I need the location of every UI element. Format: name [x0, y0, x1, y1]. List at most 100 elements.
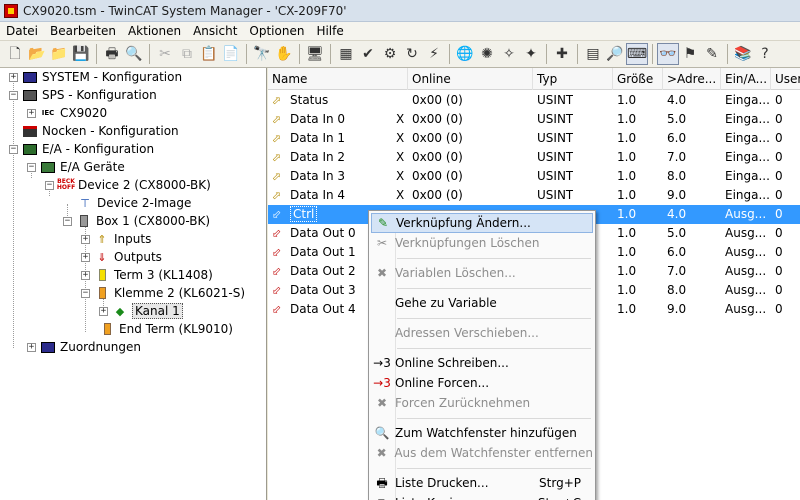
tree-item-zuordnungen[interactable]: + Zuordnungen [27, 338, 141, 356]
expand-icon[interactable]: + [81, 270, 90, 280]
open-folder-icon[interactable]: 📂 [26, 43, 48, 65]
tree-item-klemme2[interactable]: − Klemme 2 (KL6021-S) [81, 284, 245, 302]
add-device-icon[interactable]: ✚ [551, 43, 573, 65]
tree-item-kanal1[interactable]: + ◆ Kanal 1 [99, 302, 183, 320]
collapse-icon[interactable]: − [9, 90, 18, 100]
help-icon[interactable]: ? [754, 43, 776, 65]
tree-item-outputs[interactable]: + ⇓ Outputs [81, 248, 162, 266]
context-menu-item[interactable]: 🔍 Zum Watchfenster hinzufügen [371, 423, 593, 443]
cell-linked-flag: X [396, 112, 405, 126]
tree-item-device2[interactable]: − BECK HOFF Device 2 (CX8000-BK) [45, 176, 211, 194]
collapse-icon[interactable]: − [63, 216, 72, 226]
column-header-name[interactable]: Name [268, 68, 408, 90]
context-menu-item[interactable]: ✖ Aus dem Watchfenster entfernen [371, 443, 593, 463]
column-header-ein-aus[interactable]: Ein/A... [721, 68, 771, 90]
free-run-icon[interactable]: ✧ [498, 43, 520, 65]
table-row[interactable]: ⬀ Data In 2 X 0x00 (0) USINT 1.0 7.0 Einga... 0 [268, 148, 800, 167]
table-row[interactable]: ⬀ Data In 0 X 0x00 (0) USINT 1.0 5.0 Einga... 0 [268, 110, 800, 129]
collapse-icon[interactable]: − [81, 288, 90, 298]
column-header-groesse[interactable]: Größe [613, 68, 663, 90]
table-row[interactable]: ⬀ Data In 1 X 0x00 (0) USINT 1.0 6.0 Einga... 0 [268, 129, 800, 148]
tree-item-nocken[interactable]: Nocken - Konfiguration [9, 122, 179, 140]
find-icon[interactable]: 🔭 [251, 43, 273, 65]
tree-item-system[interactable]: + SYSTEM - Konfiguration [9, 68, 182, 86]
new-file-icon[interactable]: 🗋 [4, 43, 26, 65]
table-row[interactable]: ⬀ Data In 4 X 0x00 (0) USINT 1.0 9.0 Einga... 0 [268, 186, 800, 205]
expand-icon[interactable]: + [81, 252, 90, 262]
tree-item-cx9020[interactable]: + IEC CX9020 [27, 104, 107, 122]
expand-icon[interactable]: + [27, 108, 36, 118]
column-header-user[interactable]: User [771, 68, 800, 90]
tree-item-end-term[interactable]: End Term (KL9010) [99, 320, 233, 338]
collapse-icon[interactable]: − [45, 180, 54, 190]
properties-icon[interactable]: ▤ [582, 43, 604, 65]
menu-optionen[interactable]: Optionen [243, 24, 310, 38]
context-menu-item[interactable]: →3 Online Forcen... [371, 373, 593, 393]
tree-item-box1[interactable]: − Box 1 (CX8000-BK) [63, 212, 210, 230]
context-menu-item[interactable]: Gehe zu Variable [371, 293, 593, 313]
watch-glasses-icon[interactable]: 👓 [657, 43, 679, 65]
context-menu-item[interactable]: ⧉Liste KopierenStrg+C [371, 493, 593, 500]
tree-item-sps[interactable]: − SPS - Konfiguration [9, 86, 157, 104]
activate-configuration-icon[interactable]: ⚙ [379, 43, 401, 65]
paste-special-icon[interactable]: 📄 [220, 43, 242, 65]
context-menu-item[interactable]: ✎ Verknüpfung Ändern... [371, 213, 593, 233]
print-icon[interactable]: 🖶 [101, 43, 123, 65]
choose-target-icon[interactable]: 🌐 [454, 43, 476, 65]
column-header-typ[interactable]: Typ [533, 68, 613, 90]
column-header-adresse[interactable]: >Adre... [663, 68, 721, 90]
cell-user: 0 [775, 302, 783, 316]
cell-user: 0 [775, 264, 783, 278]
hand-icon[interactable]: ✋ [273, 43, 295, 65]
check-configuration-icon[interactable]: ✔ [357, 43, 379, 65]
context-menu-item[interactable]: ✖ Forcen Zurücknehmen [371, 393, 593, 413]
paste-icon[interactable]: 📋 [198, 43, 220, 65]
books-icon[interactable]: 📚 [732, 43, 754, 65]
tree-item-ea[interactable]: − E/A - Konfiguration [9, 140, 154, 158]
context-menu-item[interactable]: ✖ Variablen Löschen... [371, 263, 593, 283]
cell-type: USINT [537, 188, 574, 202]
cut-icon[interactable]: ✂ [154, 43, 176, 65]
restart-icon[interactable]: ↻ [401, 43, 423, 65]
toolbar-separator [727, 44, 728, 64]
context-menu-item[interactable]: →3 Online Schreiben... [371, 353, 593, 373]
print-preview-icon[interactable]: 🔍 [123, 43, 145, 65]
tree-item-ea-geraete[interactable]: − E/A Geräte [27, 158, 125, 176]
context-menu-shortcut: Strg+P [539, 476, 581, 490]
force-icon[interactable]: ⚑ [679, 43, 701, 65]
copy-icon[interactable]: ⧉ [176, 43, 198, 65]
generate-mappings-icon[interactable]: ▦ [335, 43, 357, 65]
config-mode-icon[interactable]: ⚡ [423, 43, 445, 65]
collapse-icon[interactable]: − [9, 144, 18, 154]
scan-devices-icon[interactable]: ✺ [476, 43, 498, 65]
expand-icon[interactable]: + [81, 234, 90, 244]
expand-icon[interactable]: + [9, 72, 18, 82]
iec-project-icon: IEC [41, 108, 55, 117]
menu-ansicht[interactable]: Ansicht [187, 24, 243, 38]
save-icon[interactable]: 💾 [70, 43, 92, 65]
open-icon[interactable]: 📁 [48, 43, 70, 65]
tree-item-inputs[interactable]: + ⇑ Inputs [81, 230, 151, 248]
context-menu-item[interactable]: 🖶 Liste Drucken... Strg+P [371, 473, 593, 493]
expand-icon[interactable]: + [99, 306, 108, 316]
column-header-online[interactable]: Online [408, 68, 533, 90]
online-view-icon[interactable]: ⌨ [626, 43, 648, 65]
write-icon[interactable]: ✎ [701, 43, 723, 65]
table-row[interactable]: ⬀ Data In 3 X 0x00 (0) USINT 1.0 8.0 Einga... 0 [268, 167, 800, 186]
toggle-free-run-icon[interactable]: ✦ [520, 43, 542, 65]
expand-icon[interactable]: + [27, 342, 36, 352]
menu-bearbeiten[interactable]: Bearbeiten [44, 24, 122, 38]
tree-item-label: Kanal 1 [132, 303, 183, 319]
zoom-icon[interactable]: 🔎 [604, 43, 626, 65]
menu-aktionen[interactable]: Aktionen [122, 24, 187, 38]
context-menu-item[interactable]: ✂ Verknüpfungen Löschen [371, 233, 593, 253]
context-menu-item[interactable]: Adressen Verschieben... [371, 323, 593, 343]
menu-hilfe[interactable]: Hilfe [310, 24, 349, 38]
monitor-icon[interactable]: 🖥 [304, 43, 326, 65]
menu-datei[interactable]: Datei [0, 24, 44, 38]
tree-item-device2-image[interactable]: ⊤ Device 2-Image [77, 194, 191, 212]
tree-item-term3[interactable]: + Term 3 (KL1408) [81, 266, 213, 284]
collapse-icon[interactable]: − [27, 162, 36, 172]
cam-config-icon [22, 124, 38, 138]
table-row[interactable]: ⬀ Status 0x00 (0) USINT 1.0 4.0 Einga... 0 [268, 91, 800, 110]
